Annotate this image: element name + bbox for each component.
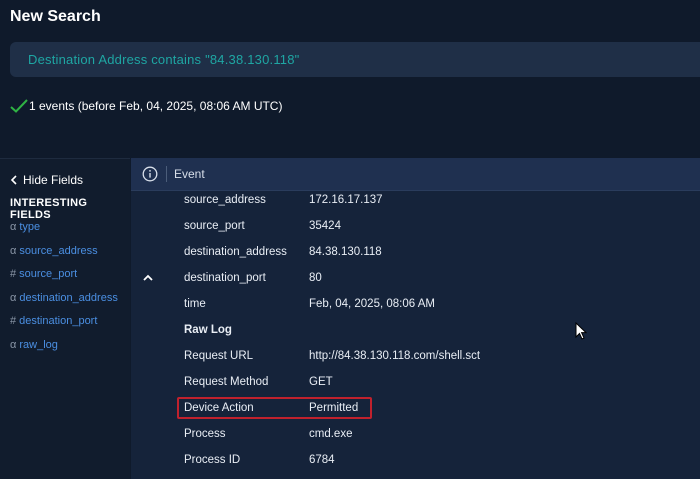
field-list: α type α source_address # source_port α dest… [10,221,118,362]
event-key: Request URL [184,350,254,362]
event-value[interactable]: 84.38.130.118 [309,246,382,258]
event-row: time Feb, 04, 2025, 08:06 AM [131,294,700,320]
event-key: Process ID [184,454,241,466]
field-item-destination-port[interactable]: # destination_port [10,315,118,339]
event-panel: Event source_address 172.16.17.137 sourc… [131,158,700,479]
chevron-up-icon[interactable] [142,272,154,284]
field-item-raw-log[interactable]: α raw_log [10,339,118,363]
event-key: destination_port [184,272,266,284]
event-header: Event [131,158,700,191]
event-row: Process ID 6784 [131,450,700,476]
event-key: source_port [184,220,245,232]
field-name[interactable]: raw_log [19,339,58,351]
event-value[interactable]: Feb, 04, 2025, 08:06 AM [309,298,435,310]
string-type-icon: α [10,338,17,351]
field-name[interactable]: source_port [19,268,77,280]
event-value[interactable]: cmd.exe [309,428,352,440]
event-header-label: Event [174,167,205,181]
field-item-source-port[interactable]: # source_port [10,268,118,292]
event-value[interactable]: GET [309,376,333,388]
event-row: source_address 172.16.17.137 [131,190,700,216]
header-divider [166,166,167,182]
info-icon[interactable] [142,166,158,182]
event-key: Process [184,428,226,440]
hide-fields-button[interactable]: Hide Fields [10,173,83,187]
event-row: Request URL http://84.38.130.118.com/she… [131,346,700,372]
event-key: time [184,298,206,310]
event-value[interactable]: 80 [309,272,322,284]
field-name[interactable]: source_address [19,245,97,257]
page-title: New Search [10,8,101,25]
string-type-icon: α [10,244,17,257]
field-item-type[interactable]: α type [10,221,118,245]
field-name[interactable]: destination_port [19,315,97,327]
number-type-icon: # [10,268,17,280]
event-row: source_port 35424 [131,216,700,242]
event-value[interactable]: 172.16.17.137 [309,194,383,206]
event-value[interactable]: 6784 [309,454,335,466]
search-query-text[interactable]: Destination Address contains "84.38.130.… [28,52,299,67]
field-name[interactable]: type [19,221,40,233]
result-summary: 1 events (before Feb, 04, 2025, 08:06 AM… [10,99,282,113]
string-type-icon: α [10,291,17,304]
number-type-icon: # [10,315,17,327]
raw-log-heading: Raw Log [184,324,232,336]
field-item-destination-address[interactable]: α destination_address [10,292,118,316]
device-action-highlight [177,397,372,419]
event-row: destination_address 84.38.130.118 [131,242,700,268]
string-type-icon: α [10,221,17,233]
field-name[interactable]: destination_address [19,292,117,304]
hide-fields-label: Hide Fields [23,173,84,187]
event-rows: source_address 172.16.17.137 source_port… [131,190,700,476]
result-summary-text: 1 events (before Feb, 04, 2025, 08:06 AM… [29,99,283,113]
field-item-source-address[interactable]: α source_address [10,245,118,269]
event-key: Request Method [184,376,269,388]
fields-sidebar: Hide Fields INTERESTING FIELDS α type α so… [0,158,130,479]
raw-log-header-row: Raw Log [131,320,700,346]
event-row: Process cmd.exe [131,424,700,450]
event-row: destination_port 80 [131,268,700,294]
event-row: Request Method GET [131,372,700,398]
search-page: New Search Destination Address contains … [0,0,700,479]
chevron-left-icon [10,175,17,185]
checkmark-icon [10,99,28,113]
interesting-fields-header: INTERESTING FIELDS [10,197,88,221]
event-value[interactable]: 35424 [309,220,341,232]
event-value[interactable]: http://84.38.130.118.com/shell.sct [309,350,480,362]
mouse-pointer-icon [575,322,587,340]
search-query-bar[interactable]: Destination Address contains "84.38.130.… [10,42,700,77]
event-key: source_address [184,194,266,206]
event-key: destination_address [184,246,287,258]
